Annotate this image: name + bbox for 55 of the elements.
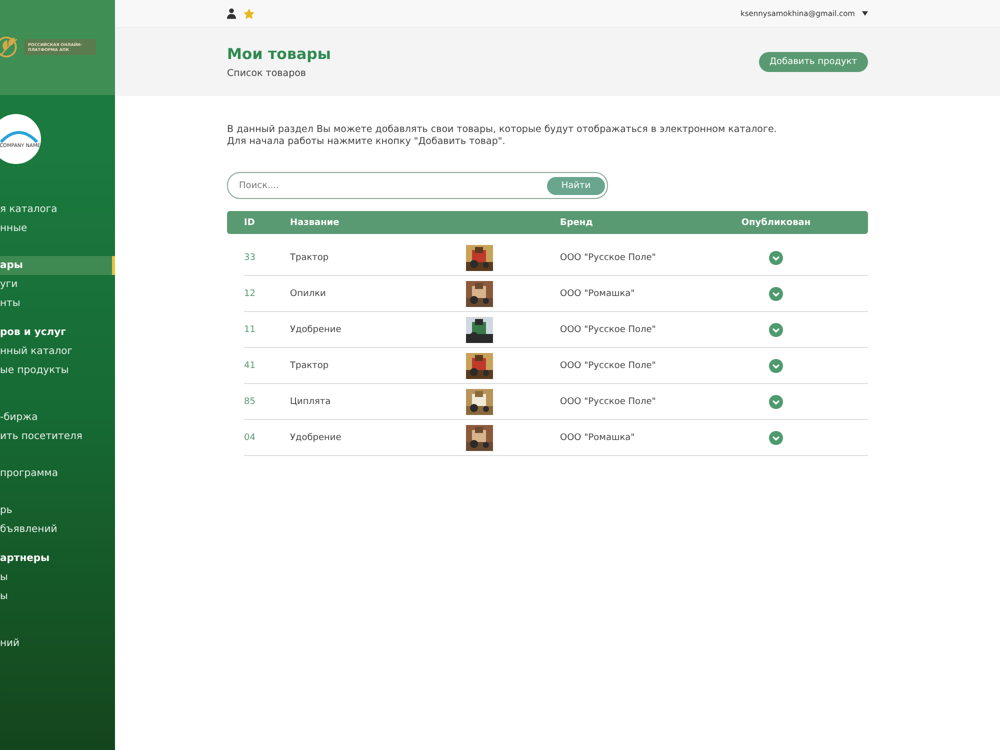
nav-item[interactable]: -биржа bbox=[0, 408, 115, 427]
nav-item[interactable]: бъявлений bbox=[0, 520, 115, 539]
nav-item[interactable]: ы bbox=[0, 587, 115, 606]
add-product-button[interactable]: Добавить продукт bbox=[758, 52, 868, 72]
table-cell-text: 41 bbox=[244, 360, 256, 370]
intro-text: В данный раздел Вы можете добавлять свои товары, которые будут отображаться в электронном каталоге. Для начала работы нажмите кнопку "Добавить товар". bbox=[227, 124, 778, 148]
table-cell-text: Циплята bbox=[290, 396, 332, 406]
user-icon[interactable] bbox=[227, 8, 236, 19]
table-cell-text: 11 bbox=[244, 324, 256, 334]
table-cell-text: ООО "Ромашка" bbox=[560, 288, 636, 298]
arc-icon bbox=[0, 129, 39, 143]
published-status-icon[interactable] bbox=[769, 430, 783, 444]
nav-section-title: ров и услуг bbox=[0, 326, 67, 340]
nav-item[interactable]: ить посетителя bbox=[0, 427, 115, 446]
nav-item[interactable]: программа bbox=[0, 464, 115, 483]
published-status-icon[interactable] bbox=[769, 322, 783, 336]
table-cell-text: Трактор bbox=[290, 252, 330, 262]
column-header: Название bbox=[290, 218, 340, 228]
nav-section-title: артнеры bbox=[0, 552, 51, 566]
page-title: Мои товары bbox=[227, 45, 331, 63]
table-cell-text: 85 bbox=[244, 396, 256, 406]
nav-item[interactable]: ний bbox=[0, 634, 115, 653]
table-cell-text: ООО "Русское Поле" bbox=[560, 396, 657, 406]
column-header: ID bbox=[243, 218, 256, 228]
nav-item[interactable]: ары bbox=[0, 256, 115, 275]
nav-item[interactable]: ы bbox=[0, 568, 115, 587]
table-cell-text: ООО "Русское Поле" bbox=[560, 252, 657, 262]
nav-item[interactable]: нты bbox=[0, 294, 115, 313]
published-status-icon[interactable] bbox=[769, 394, 783, 408]
table-cell-text: ООО "Русское Поле" bbox=[560, 324, 657, 334]
table-cell-text: 33 bbox=[244, 252, 256, 262]
column-header: Бренд bbox=[560, 218, 594, 228]
page-subtitle: Список товаров bbox=[227, 68, 308, 79]
table-cell-text: ООО "Русское Поле" bbox=[560, 360, 657, 370]
dropdown-caret-icon[interactable] bbox=[862, 11, 868, 16]
table-cell-text: Удобрение bbox=[290, 432, 342, 442]
nav-item[interactable]: рь bbox=[0, 501, 115, 520]
nav-item[interactable]: нные bbox=[0, 219, 115, 238]
published-status-icon[interactable] bbox=[769, 250, 783, 264]
nav-item[interactable]: уги bbox=[0, 275, 115, 294]
table-cell-text: Удобрение bbox=[290, 324, 342, 334]
published-status-icon[interactable] bbox=[769, 358, 783, 372]
search-button[interactable]: Найти bbox=[547, 176, 605, 194]
star-icon[interactable] bbox=[243, 8, 255, 20]
nav-item[interactable]: ые продукты bbox=[0, 361, 115, 380]
nav-item[interactable]: я каталога bbox=[0, 200, 115, 219]
table-cell-text: Опилки bbox=[290, 288, 327, 298]
table-cell-text: 12 bbox=[244, 288, 256, 298]
search-field[interactable]: Поиск.... Найти bbox=[227, 172, 608, 199]
table-cell-text: 04 bbox=[244, 432, 256, 442]
table-cell-text: ООО "Ромашка" bbox=[560, 432, 636, 442]
nav-item[interactable]: нный каталог bbox=[0, 342, 115, 361]
published-status-icon[interactable] bbox=[769, 286, 783, 300]
column-header: Опубликован bbox=[740, 218, 812, 228]
table-cell-text: Трактор bbox=[290, 360, 330, 370]
